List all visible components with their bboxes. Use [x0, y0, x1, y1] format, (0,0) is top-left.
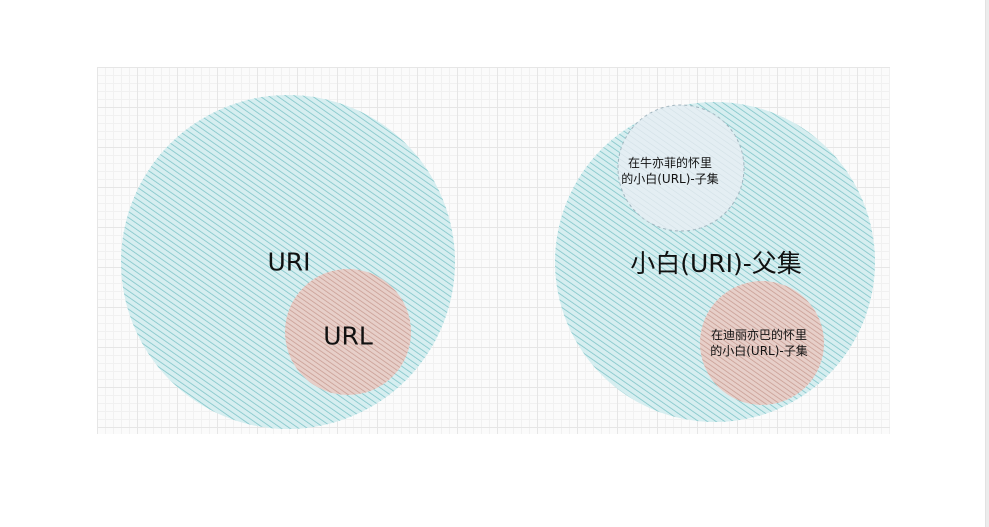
subset-top-line2: 的小白(URL)-子集 [621, 172, 719, 186]
uri-label: URI [267, 247, 311, 277]
subset-bottom-label: 在迪丽亦巴的怀里 的小白(URL)-子集 [710, 327, 808, 359]
venn-diagrams [121, 95, 875, 429]
parent-set-label: 小白(URI)-父集 [630, 249, 802, 278]
subset-bottom-line1: 在迪丽亦巴的怀里 [710, 328, 808, 342]
subset-top-line1: 在牛亦菲的怀里 [627, 156, 713, 170]
url-label: URL [323, 321, 373, 351]
subset-top-label: 在牛亦菲的怀里 的小白(URL)-子集 [621, 155, 719, 187]
subset-bottom-line2: 的小白(URL)-子集 [710, 344, 808, 358]
